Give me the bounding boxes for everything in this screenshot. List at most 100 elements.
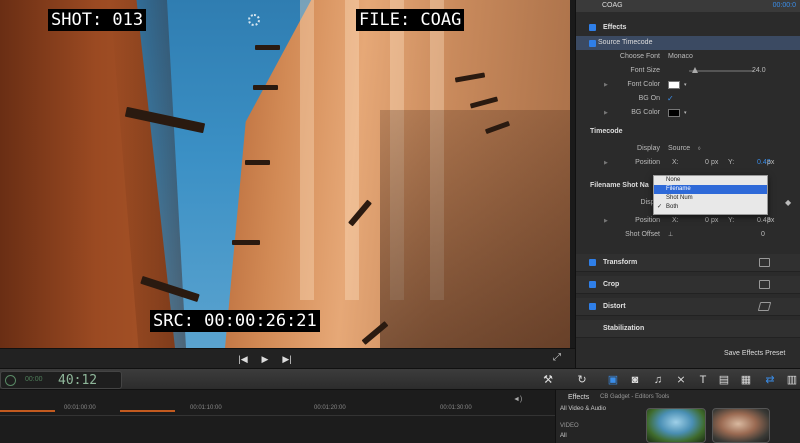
next-frame-icon[interactable]: ▶| xyxy=(280,352,294,366)
crop-onscreen-icon[interactable] xyxy=(759,280,770,289)
effects-enable-checkbox[interactable] xyxy=(589,24,596,31)
crop-section[interactable]: Crop xyxy=(576,276,800,294)
transform-onscreen-icon[interactable] xyxy=(759,258,770,267)
effect-thumbnail[interactable] xyxy=(646,408,706,443)
shot-offset-label: Shot Offset xyxy=(625,231,660,238)
bg-on-label: BG On xyxy=(638,95,660,102)
bg-color-label: BG Color xyxy=(631,109,660,116)
position-x-label: X: xyxy=(672,159,679,166)
effect-thumbnail[interactable] xyxy=(712,408,770,443)
effects-category[interactable]: CB Gadget - Editors Tools xyxy=(600,394,669,400)
transform-checkbox[interactable] xyxy=(589,259,596,266)
shot-offset-value[interactable]: 0 xyxy=(761,228,765,242)
font-size-slider[interactable] xyxy=(689,70,754,72)
position2-y-label: Y: xyxy=(728,217,735,224)
font-size-row: Font Size 24.0 xyxy=(576,64,800,78)
timecode-small: 00:00 xyxy=(25,376,43,383)
effects-list-item[interactable]: All xyxy=(560,433,567,439)
effects-list-heading: VIDEO xyxy=(560,423,579,429)
display-label: Display xyxy=(637,145,660,152)
image-tower-column xyxy=(300,0,314,300)
dropdown-option-filename[interactable]: Filename xyxy=(654,185,767,194)
dropdown-option-both[interactable]: ✓ Both xyxy=(654,203,767,212)
font-size-slider-knob[interactable] xyxy=(692,67,698,73)
timecode-display[interactable]: 00:00 40:12 xyxy=(0,371,122,389)
position2-y-unit: px xyxy=(767,217,775,224)
titles-icon[interactable]: T xyxy=(695,373,711,387)
effects-label: Effects xyxy=(603,24,627,31)
clip-name: COAG xyxy=(602,2,623,9)
transform-section[interactable]: Transform xyxy=(576,254,800,272)
position-x-unit: px xyxy=(711,159,719,166)
play-icon[interactable]: ▶ xyxy=(258,352,272,366)
inspector-toggle-icon[interactable]: ⇄ xyxy=(762,373,778,387)
share-icon[interactable]: ▥ xyxy=(784,373,800,387)
effects-header[interactable]: Effects xyxy=(576,20,800,36)
position2-x-value[interactable]: 0 xyxy=(705,214,709,228)
stabilization-section[interactable]: Stabilization xyxy=(576,320,800,338)
previous-frame-icon[interactable]: |◀ xyxy=(236,352,250,366)
position-x-value[interactable]: 0 xyxy=(705,156,709,170)
bg-color-swatch[interactable] xyxy=(668,109,680,117)
effects-list-item[interactable]: All Video & Audio xyxy=(560,406,606,412)
checkmark-icon: ✓ xyxy=(657,204,663,210)
position-label: Position xyxy=(635,159,660,166)
position2-x-label: X: xyxy=(672,217,679,224)
font-size-value[interactable]: 24.0 xyxy=(752,64,766,78)
choose-font-value[interactable]: Monaco xyxy=(668,50,693,64)
source-timecode-checkbox[interactable] xyxy=(589,40,596,47)
display-dropdown-menu[interactable]: None Filename Shot Num ✓ Both xyxy=(653,175,768,215)
slider-icon[interactable]: ⊥ xyxy=(668,228,673,242)
timecode-main: 40:12 xyxy=(58,373,98,388)
music-icon[interactable]: ♫ xyxy=(650,373,666,387)
display-value[interactable]: Source xyxy=(668,142,690,156)
choose-font-row: Choose Font Monaco xyxy=(576,50,800,64)
shot-overlay: SHOT: 013 xyxy=(48,9,147,31)
position2-row: ▶ Position X: 0 px Y: 0.43 px xyxy=(576,214,800,228)
chevron-down-icon[interactable]: ▾ xyxy=(684,78,687,92)
photo-icon[interactable]: ◙ xyxy=(627,373,643,387)
ruler-timecode: 00:01:30:00 xyxy=(440,405,472,411)
filename-section-label: Filename Shot Na xyxy=(590,182,649,189)
timecode-icon xyxy=(5,375,16,386)
distort-checkbox[interactable] xyxy=(589,303,596,310)
transitions-icon[interactable]: ⨯ xyxy=(673,373,689,387)
timeline[interactable]: 00:01:00:00 00:01:10:00 00:01:20:00 00:0… xyxy=(0,390,555,443)
font-color-row: ▶ Font Color ▾ xyxy=(576,78,800,92)
display-row: Display Source ◊ xyxy=(576,142,800,156)
position2-label: Position xyxy=(635,217,660,224)
src-timecode-overlay: SRC: 00:00:26:21 xyxy=(150,310,320,332)
font-color-swatch[interactable] xyxy=(668,81,680,89)
generators-icon[interactable]: ▤ xyxy=(716,373,732,387)
viewer[interactable]: SHOT: 013 FILE: COAG SRC: 00:00:26:21 xyxy=(0,0,570,348)
distort-onscreen-icon[interactable] xyxy=(757,302,772,311)
viewer-transport: |◀ ▶ ▶| ⤢ xyxy=(0,348,575,368)
chevron-down-icon[interactable]: ▾ xyxy=(684,106,687,120)
dropdown-option-none[interactable]: None xyxy=(654,176,767,185)
shot-offset-row: Shot Offset ⊥ 0 xyxy=(576,228,800,242)
inspector-header: COAG 00:00:0 xyxy=(576,0,800,12)
fullscreen-icon[interactable]: ⤢ xyxy=(553,353,563,363)
video-effects-icon[interactable]: ▣ xyxy=(605,373,621,387)
ruler-timecode: 00:01:20:00 xyxy=(314,405,346,411)
inspector-timecode: 00:00:0 xyxy=(772,2,796,9)
choose-font-label: Choose Font xyxy=(619,53,660,60)
position2-x-unit: px xyxy=(711,217,719,224)
crop-checkbox[interactable] xyxy=(589,281,596,288)
save-effects-preset-button[interactable]: Save Effects Preset xyxy=(724,350,785,357)
image-beam xyxy=(245,160,270,165)
speaker-icon[interactable]: ◄) xyxy=(513,396,522,403)
chevron-updown-icon[interactable]: ◊ xyxy=(698,142,700,156)
themes-icon[interactable]: ▦ xyxy=(738,373,754,387)
retime-icon[interactable]: ↻ xyxy=(574,373,590,387)
crop-label: Crop xyxy=(603,281,620,288)
dropdown-option-shot-num[interactable]: Shot Num xyxy=(654,194,767,203)
position-row: ▶ Position X: 0 px Y: 0.43 px xyxy=(576,156,800,170)
distort-section[interactable]: Distort xyxy=(576,298,800,316)
source-timecode-effect[interactable]: Source Timecode xyxy=(576,36,800,50)
image-beam xyxy=(232,240,260,245)
diamond-keyframe-icon[interactable]: ◆ xyxy=(785,196,791,210)
font-size-label: Font Size xyxy=(630,67,660,74)
select-tool-icon[interactable]: ⚒ xyxy=(540,373,556,387)
bg-on-checkbox[interactable]: ✓ xyxy=(667,92,674,106)
